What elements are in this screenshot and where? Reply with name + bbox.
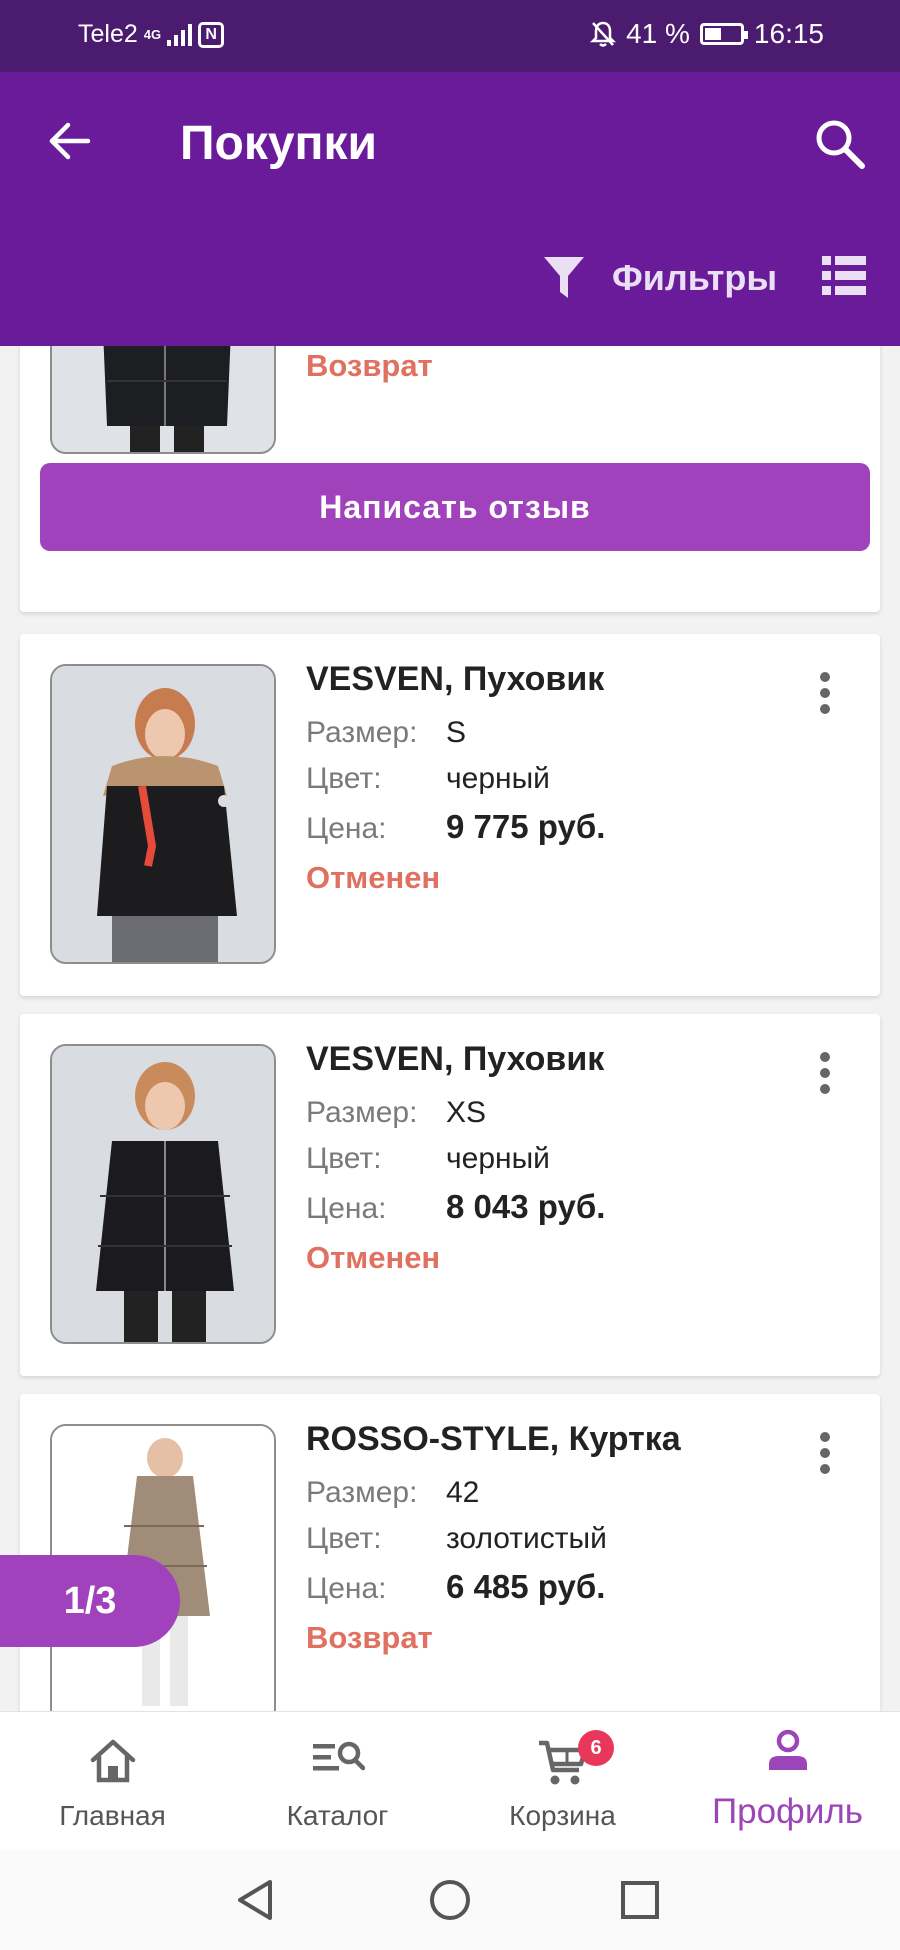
home-icon: [90, 1739, 135, 1783]
battery-percent: 41 %: [626, 18, 690, 49]
bottom-navigation: Главная Каталог 6 Корзина Профиль: [0, 1711, 900, 1850]
size-label: Размер:: [306, 1476, 418, 1509]
nav-cart[interactable]: 6 Корзина: [450, 1712, 675, 1851]
profile-icon: [768, 1729, 807, 1770]
price-row: Цена: 9 775 руб.: [306, 808, 605, 846]
page-indicator[interactable]: 1/3: [0, 1555, 180, 1647]
product-title[interactable]: VESVEN, Пуховик: [306, 1040, 604, 1079]
order-status: Возврат: [306, 1620, 433, 1655]
price-label: Цена:: [306, 1572, 387, 1605]
write-review-button[interactable]: Написать отзыв: [40, 463, 870, 551]
signal-icon: [167, 23, 193, 46]
search-icon[interactable]: [812, 116, 866, 170]
black-jacket-image: [52, 346, 274, 452]
nav-label: Каталог: [286, 1800, 389, 1831]
price-value: 9 775 руб.: [446, 808, 606, 845]
nav-home[interactable]: Главная: [0, 1712, 225, 1851]
carrier-name: Tele2: [78, 20, 138, 48]
fur-hood-jacket-image: [52, 666, 274, 962]
size-label: Размер:: [306, 1096, 418, 1129]
catalog-search-icon: [312, 1741, 365, 1771]
filter-button[interactable]: Фильтры: [542, 254, 777, 302]
nav-catalog[interactable]: Каталог: [225, 1712, 450, 1851]
order-card[interactable]: ROSSO-STYLE, Куртка Размер: 42 Цвет: золот…: [20, 1394, 880, 1711]
price-row: Цена: 6 485 руб.: [306, 1568, 605, 1606]
product-title[interactable]: VESVEN, Пуховик: [306, 660, 604, 699]
order-status: Возврат: [306, 348, 433, 383]
list-view-icon[interactable]: [822, 256, 866, 296]
order-status: Отменен: [306, 1240, 441, 1275]
color-value: черный: [446, 1142, 550, 1175]
order-card[interactable]: VESVEN, Пуховик Размер: S Цвет: черный Цен…: [20, 634, 880, 996]
filter-label: Фильтры: [612, 257, 778, 298]
battery-charging-icon: [699, 23, 748, 45]
system-navigation-bar: [0, 1850, 900, 1950]
color-row: Цвет: черный: [306, 762, 550, 796]
quilted-jacket-image: [52, 1046, 274, 1342]
color-row: Цвет: золотистый: [306, 1522, 607, 1556]
order-card[interactable]: VESVEN, Пуховик Размер: XS Цвет: черный Це…: [20, 1014, 880, 1376]
nfc-icon: N: [198, 21, 225, 48]
color-value: черный: [446, 762, 550, 795]
more-vert-icon[interactable]: [820, 1432, 830, 1474]
purchases-list[interactable]: Возврат Написать отзыв VESVEN, Пуховик Р…: [0, 346, 900, 1711]
nav-label: Главная: [59, 1800, 166, 1831]
more-vert-icon[interactable]: [820, 672, 830, 714]
status-bar: Tele2 4G N 41 % 16:15: [0, 0, 900, 72]
more-vert-icon[interactable]: [820, 1052, 830, 1094]
color-value: золотистый: [446, 1522, 607, 1555]
size-value: 42: [446, 1476, 480, 1509]
size-label: Размер:: [306, 716, 418, 749]
cart-count-badge: 6: [578, 1730, 614, 1766]
size-value: S: [446, 716, 467, 749]
clock: 16:15: [753, 18, 824, 49]
size-row: Размер: 42: [306, 1476, 479, 1510]
network-type: 4G: [143, 27, 162, 42]
price-label: Цена:: [306, 1192, 387, 1225]
product-title[interactable]: ROSSO-STYLE, Куртка: [306, 1420, 681, 1459]
nav-profile[interactable]: Профиль: [675, 1712, 900, 1851]
price-value: 8 043 руб.: [446, 1188, 606, 1225]
product-photo[interactable]: [50, 664, 276, 964]
size-value: XS: [446, 1096, 487, 1129]
arrow-left-icon[interactable]: [44, 116, 94, 166]
app-bar: Покупки Фильтры: [0, 72, 900, 346]
size-row: Размер: XS: [306, 1096, 486, 1130]
mute-bell-icon: [590, 21, 617, 47]
color-label: Цвет:: [306, 1142, 382, 1175]
nav-label: Профиль: [711, 1792, 864, 1831]
order-card-partial: Возврат Написать отзыв: [20, 346, 880, 612]
color-label: Цвет:: [306, 762, 382, 795]
system-recents-icon[interactable]: [618, 1878, 662, 1922]
price-label: Цена:: [306, 812, 387, 845]
product-photo[interactable]: [50, 346, 276, 454]
page-title: Покупки: [180, 117, 378, 170]
size-row: Размер: S: [306, 716, 466, 750]
order-status: Отменен: [306, 860, 441, 895]
color-label: Цвет:: [306, 1522, 382, 1555]
system-back-icon[interactable]: [234, 1878, 278, 1922]
funnel-icon: [544, 257, 584, 298]
price-row: Цена: 8 043 руб.: [306, 1188, 605, 1226]
color-row: Цвет: черный: [306, 1142, 550, 1176]
nav-label: Корзина: [509, 1800, 616, 1831]
price-value: 6 485 руб.: [446, 1568, 606, 1605]
system-home-icon[interactable]: [428, 1878, 472, 1922]
product-photo[interactable]: [50, 1044, 276, 1344]
